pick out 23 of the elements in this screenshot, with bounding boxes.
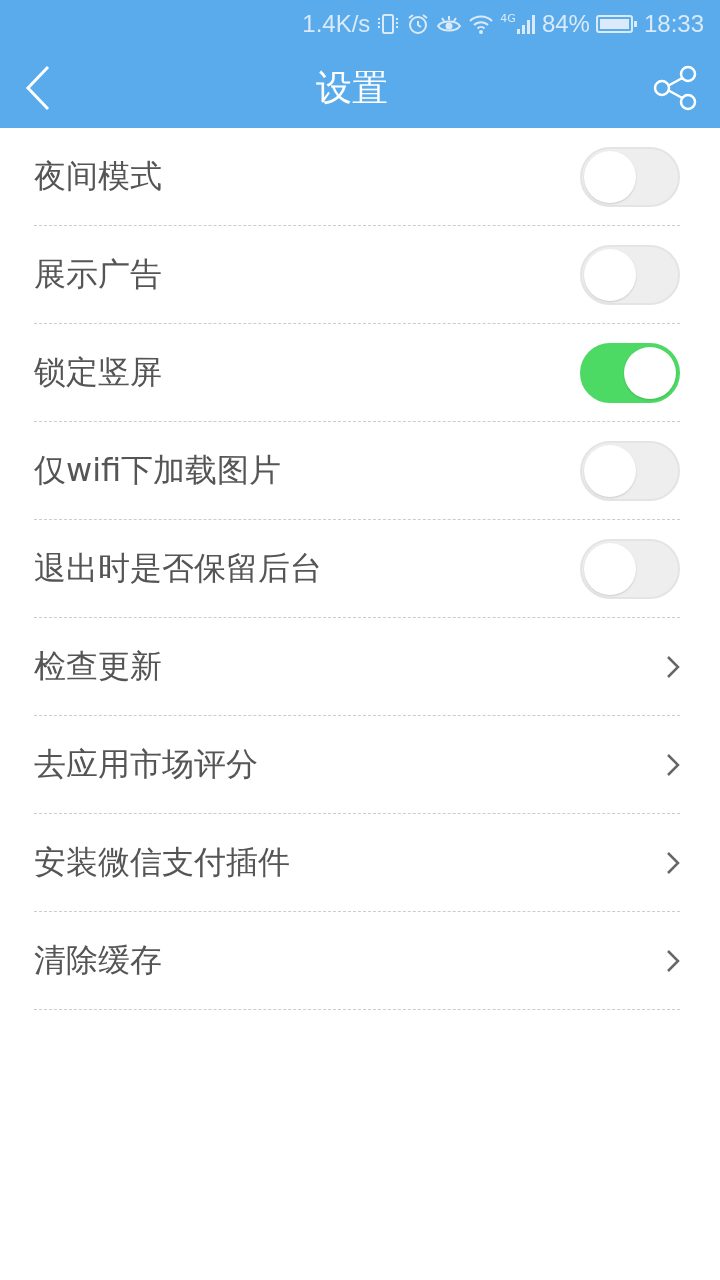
battery-icon [595, 14, 638, 34]
network-speed: 1.4K/s [302, 10, 371, 38]
chevron-icon [666, 948, 680, 973]
setting-label: 夜间模式 [34, 155, 162, 197]
battery-percent: 84% [541, 10, 590, 38]
chevron-icon [666, 654, 680, 679]
page-title: 设置 [316, 65, 388, 110]
back-button[interactable] [24, 65, 52, 111]
chevron-icon [666, 850, 680, 875]
setting-label: 安装微信支付插件 [34, 841, 290, 883]
signal-icon [515, 13, 536, 35]
chevron-icon [666, 752, 680, 777]
setting-label: 清除缓存 [34, 939, 162, 981]
network-type: 4G [500, 12, 516, 25]
setting-label: 退出时是否保留后台 [34, 547, 322, 589]
setting-label: 展示广告 [34, 253, 162, 295]
setting-label: 仅wifi下加载图片 [34, 449, 282, 491]
vibrate-icon [376, 13, 401, 35]
wifi-icon [468, 13, 495, 35]
setting-label: 检查更新 [34, 645, 162, 687]
setting-label: 去应用市场评分 [34, 743, 258, 785]
setting-label: 锁定竖屏 [34, 351, 162, 393]
clock: 18:33 [643, 10, 704, 38]
